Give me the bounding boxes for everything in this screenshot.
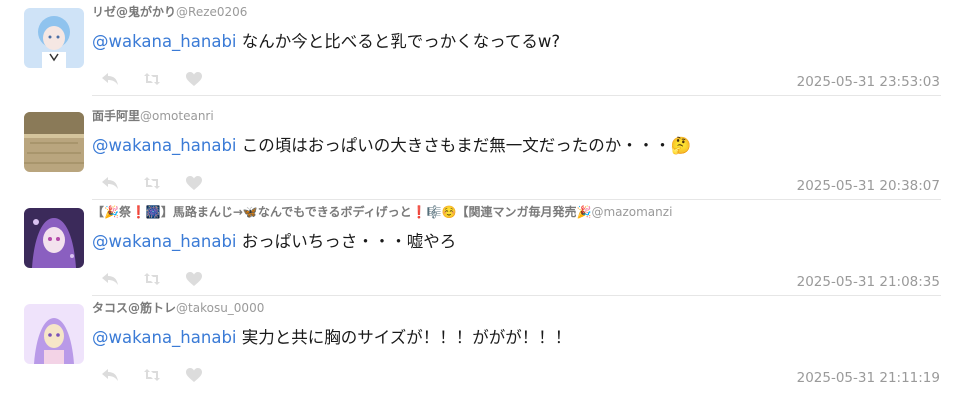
reply-header: タコス@筋トレ@takosu_0000 <box>92 300 264 316</box>
reply-actions <box>100 70 226 88</box>
divider <box>92 95 941 96</box>
reply-list: リゼ@鬼がかり@Reze0206 @wakana_hanabi なんか今と比べる… <box>0 0 959 409</box>
user-handle[interactable]: @Reze0206 <box>176 5 247 19</box>
heart-icon[interactable] <box>184 70 204 88</box>
reply-item: リゼ@鬼がかり@Reze0206 @wakana_hanabi なんか今と比べる… <box>0 0 959 96</box>
heart-icon[interactable] <box>184 270 204 288</box>
reply-text: @wakana_hanabi この頃はおっぱいの大きさもまだ無一文だったのか・・… <box>92 135 691 157</box>
timestamp[interactable]: 2025-05-31 20:38:07 <box>797 177 940 195</box>
avatar[interactable] <box>24 8 84 68</box>
mention-link[interactable]: @wakana_hanabi <box>92 328 237 347</box>
user-handle[interactable]: @mazomanzi <box>591 205 672 219</box>
reply-item: 【🎉祭❗🎆】馬路まんじ→🦋なんでもできるボディげっと❗🎼☺️【関連マンガ毎月発売… <box>0 200 959 296</box>
reply-item: タコス@筋トレ@takosu_0000 @wakana_hanabi 実力と共に… <box>0 296 959 392</box>
reply-actions <box>100 270 226 288</box>
timestamp[interactable]: 2025-05-31 23:53:03 <box>797 73 940 91</box>
avatar[interactable] <box>24 112 84 172</box>
reply-content: この頃はおっぱいの大きさもまだ無一文だったのか・・・🤔 <box>236 136 692 155</box>
heart-icon[interactable] <box>184 174 204 192</box>
reply-icon[interactable] <box>100 70 120 88</box>
mention-link[interactable]: @wakana_hanabi <box>92 136 237 155</box>
timestamp[interactable]: 2025-05-31 21:08:35 <box>797 273 940 291</box>
display-name[interactable]: 面手阿里 <box>92 109 140 123</box>
heart-icon[interactable] <box>184 366 204 384</box>
reply-icon[interactable] <box>100 174 120 192</box>
reply-icon[interactable] <box>100 270 120 288</box>
display-name[interactable]: 【🎉祭❗🎆】馬路まんじ→🦋なんでもできるボディげっと❗🎼☺️【関連マンガ毎月発売… <box>92 205 591 219</box>
mention-link[interactable]: @wakana_hanabi <box>92 32 237 51</box>
retweet-icon[interactable] <box>142 270 162 288</box>
reply-actions <box>100 366 226 384</box>
avatar[interactable] <box>24 208 84 268</box>
retweet-icon[interactable] <box>142 366 162 384</box>
reply-header: 【🎉祭❗🎆】馬路まんじ→🦋なんでもできるボディげっと❗🎼☺️【関連マンガ毎月発売… <box>92 204 672 220</box>
reply-content: 実力と共に胸のサイズが！！！ががが！！！ <box>236 328 572 347</box>
reply-text: @wakana_hanabi おっぱいちっさ・・・嘘やろ <box>92 231 456 253</box>
user-handle[interactable]: @takosu_0000 <box>176 301 264 315</box>
retweet-icon[interactable] <box>142 174 162 192</box>
reply-text: @wakana_hanabi なんか今と比べると乳でっかくなってるw? <box>92 31 560 53</box>
reply-header: 面手阿里@omoteanri <box>92 108 214 124</box>
reply-actions <box>100 174 226 192</box>
reply-icon[interactable] <box>100 366 120 384</box>
reply-item: 面手阿里@omoteanri @wakana_hanabi この頃はおっぱいの大… <box>0 104 959 200</box>
reply-content: おっぱいちっさ・・・嘘やろ <box>236 232 457 251</box>
user-handle[interactable]: @omoteanri <box>140 109 214 123</box>
reply-header: リゼ@鬼がかり@Reze0206 <box>92 4 247 20</box>
mention-link[interactable]: @wakana_hanabi <box>92 232 237 251</box>
retweet-icon[interactable] <box>142 70 162 88</box>
reply-text: @wakana_hanabi 実力と共に胸のサイズが！！！ががが！！！ <box>92 327 571 349</box>
reply-content: なんか今と比べると乳でっかくなってるw? <box>236 32 561 51</box>
avatar[interactable] <box>24 304 84 364</box>
display-name[interactable]: リゼ@鬼がかり <box>92 5 176 19</box>
display-name[interactable]: タコス@筋トレ <box>92 301 176 315</box>
timestamp[interactable]: 2025-05-31 21:11:19 <box>797 369 940 387</box>
